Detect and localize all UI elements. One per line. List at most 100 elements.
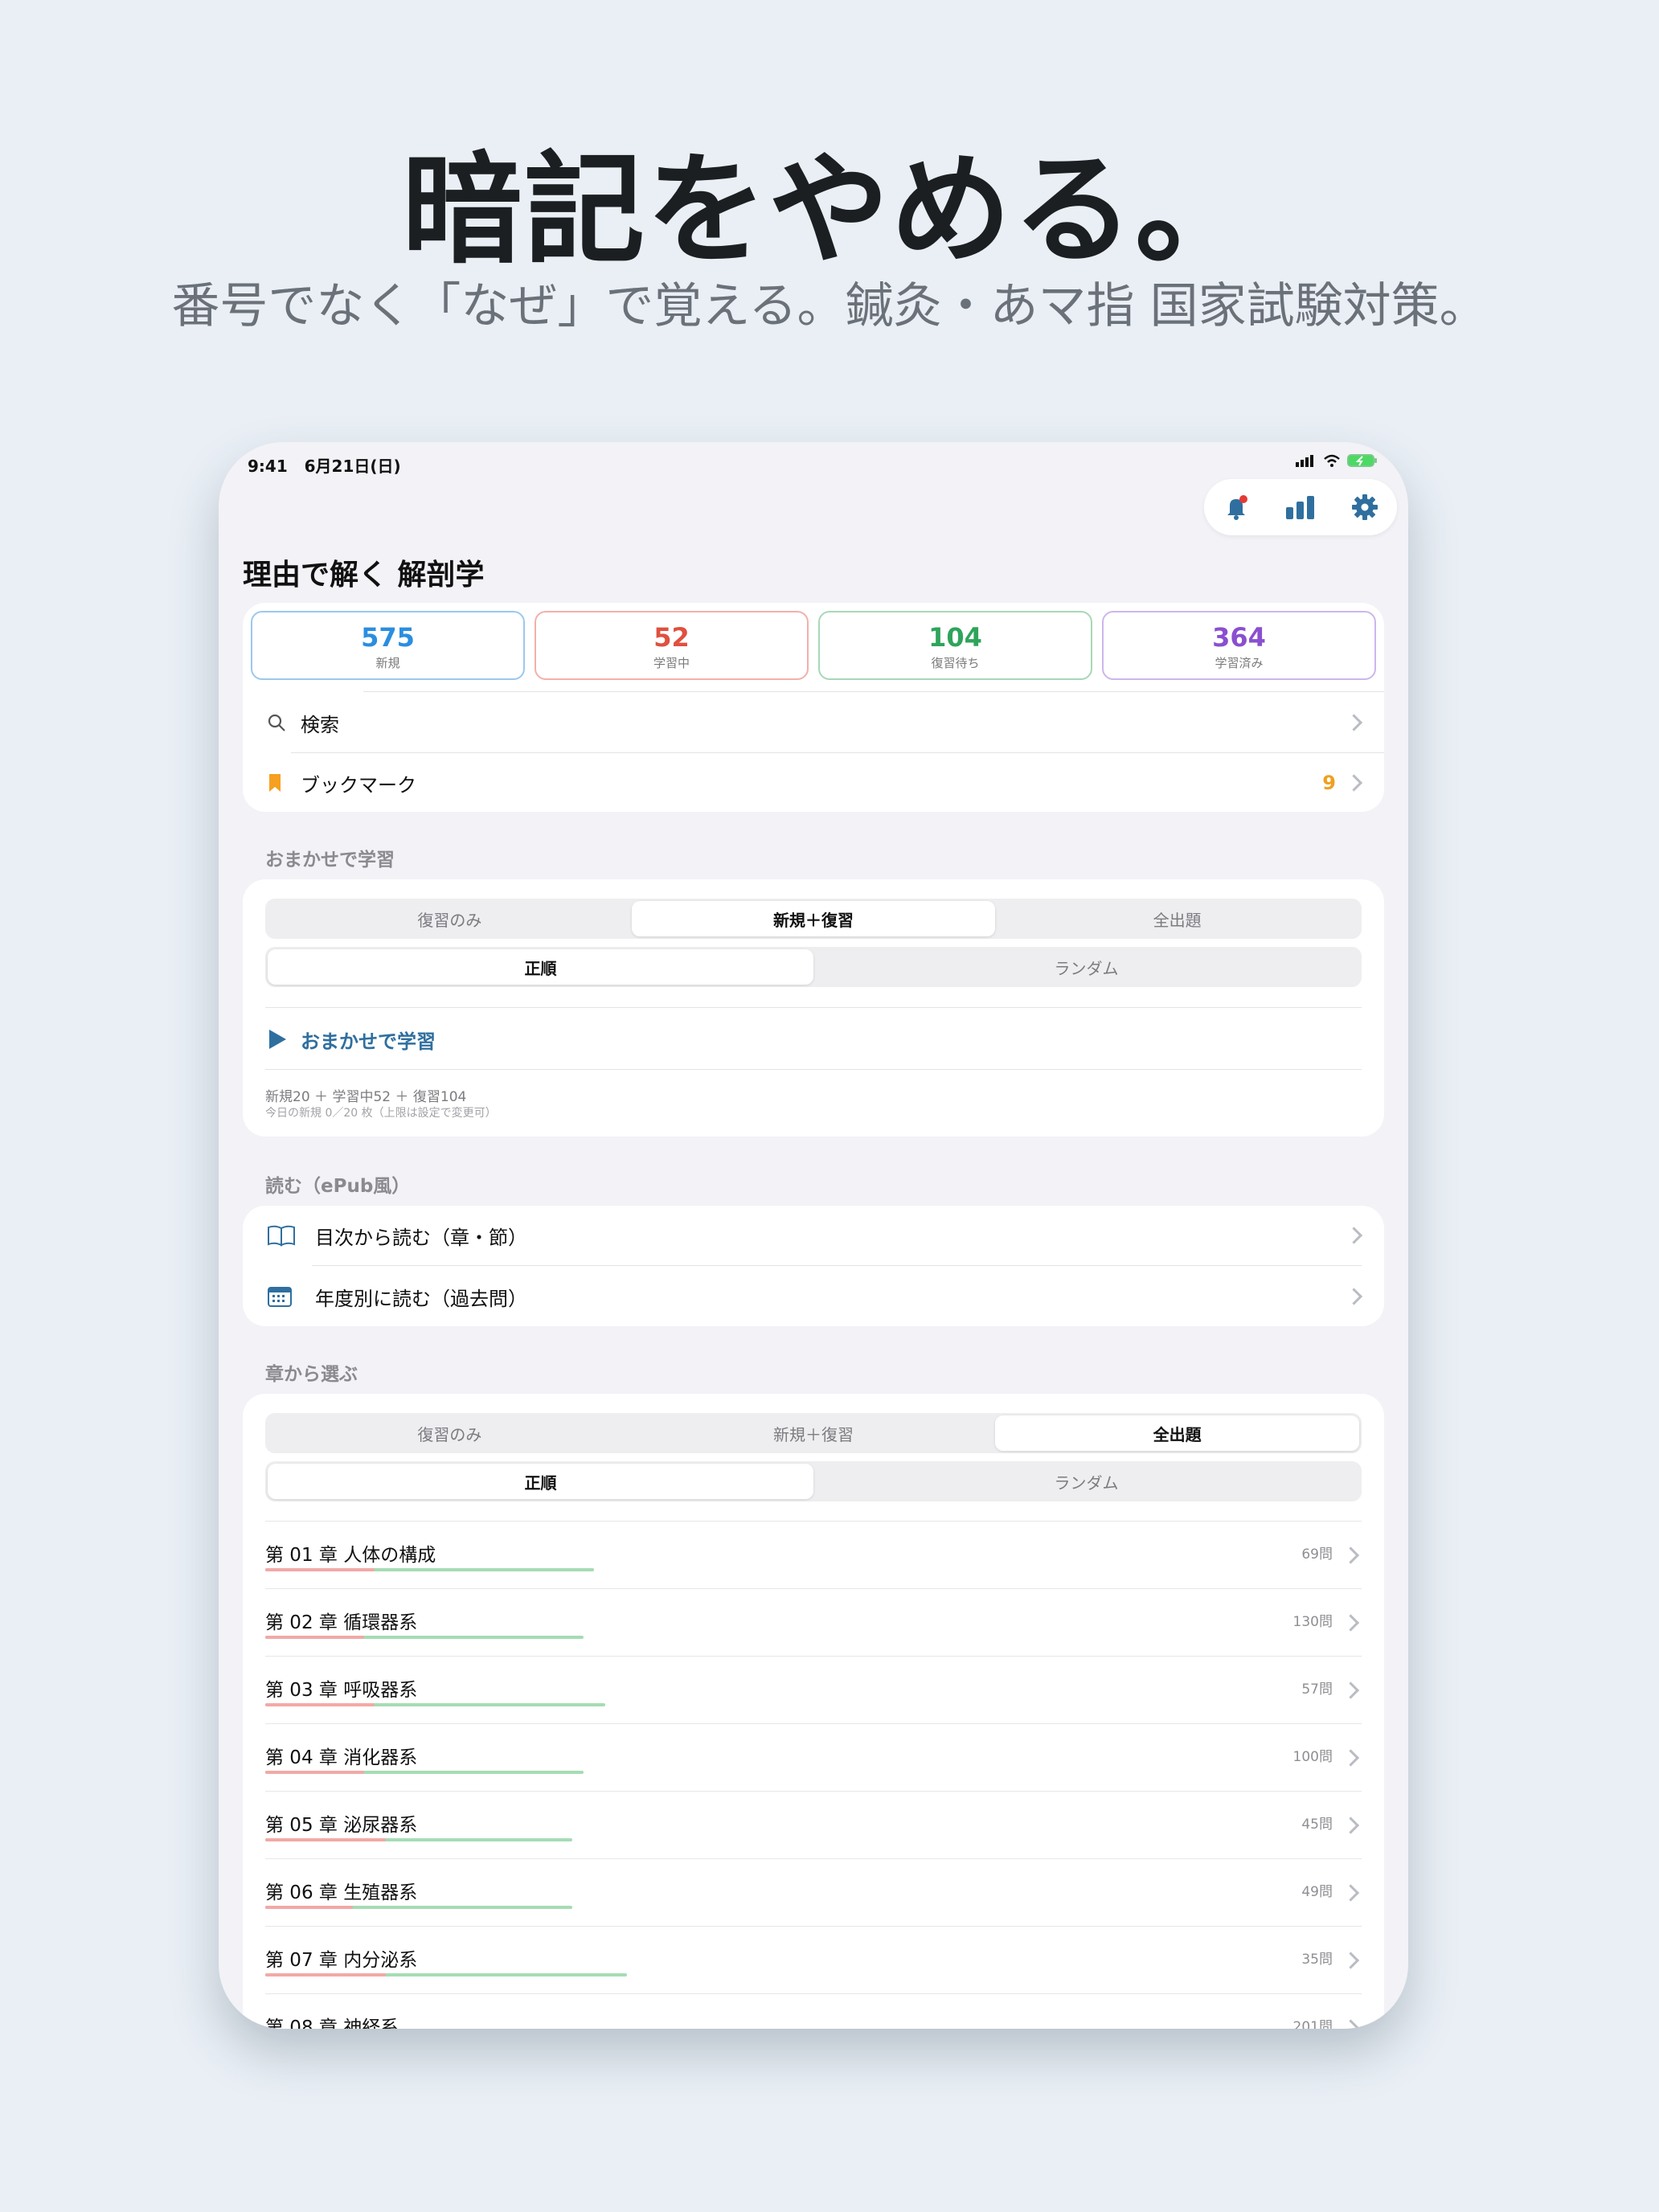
read-card: 目次から読む（章・節） 年度別に読む（過去問） <box>243 1206 1384 1326</box>
progress-learning-bar <box>265 1636 364 1639</box>
read-toc-label: 目次から読む（章・節） <box>315 1226 527 1249</box>
bookmark-count: 9 <box>1322 772 1336 794</box>
stats-button[interactable] <box>1280 487 1321 527</box>
stat-value: 575 <box>361 622 415 653</box>
chapter-name: 第 02 章 循環器系 <box>265 1612 418 1633</box>
chapter-question-count: 69問 <box>1301 1546 1333 1563</box>
tablet-screen: 9:41 6月21日(日) 理由で解く 解剖学 575 新規 52 学習中 10… <box>219 442 1408 2029</box>
stat-learned[interactable]: 364 学習済み <box>1102 611 1376 680</box>
app-title: 理由で解く 解剖学 <box>243 559 485 592</box>
segment-new-and-review[interactable]: 新規＋復習 <box>632 1415 996 1451</box>
chevron-right-icon <box>1345 714 1363 731</box>
headline: 暗記をやめる。 <box>401 141 1257 281</box>
progress-learning-bar <box>265 1771 364 1774</box>
wifi-icon <box>1324 454 1340 467</box>
overview-card: 575 新規 52 学習中 104 復習待ち 364 学習済み 検索 ブックマー… <box>243 603 1384 812</box>
chapter-name: 第 04 章 消化器系 <box>265 1747 418 1768</box>
chapter-row[interactable]: 第 07 章 内分泌系 35問 <box>265 1926 1362 1994</box>
status-bar: 9:41 6月21日(日) <box>248 453 401 477</box>
toolbar <box>1204 479 1397 535</box>
chapter-question-count: 35問 <box>1301 1952 1333 1968</box>
chapters-section-label: 章から選ぶ <box>265 1364 358 1385</box>
read-by-year-row[interactable]: 年度別に読む（過去問） <box>243 1267 1384 1326</box>
book-icon <box>267 1224 299 1247</box>
stat-value: 364 <box>1212 622 1266 653</box>
stat-learning[interactable]: 52 学習中 <box>535 611 809 680</box>
chapter-mode-segment: 復習のみ 新規＋復習 全出題 <box>265 1413 1362 1453</box>
search-icon <box>267 713 289 732</box>
battery-icon <box>1347 454 1377 467</box>
chapter-name: 第 08 章 神経系 <box>265 2017 399 2029</box>
bookmark-icon <box>267 772 289 793</box>
stat-value: 52 <box>653 622 690 653</box>
segment-review-only[interactable]: 復習のみ <box>268 901 632 936</box>
progress-learning-bar <box>265 1838 386 1841</box>
chapter-row[interactable]: 第 01 章 人体の構成 69問 <box>265 1521 1362 1589</box>
chapter-row[interactable]: 第 08 章 神経系 201問 <box>265 1993 1362 2029</box>
status-icons <box>1296 453 1378 468</box>
chapter-name: 第 01 章 人体の構成 <box>265 1545 436 1566</box>
read-section-label: 読む（ePub風） <box>265 1176 411 1197</box>
chapter-name: 第 06 章 生殖器系 <box>265 1882 418 1903</box>
start-auto-study-label: おまかせで学習 <box>301 1030 436 1053</box>
chapter-order-segment: 正順 ランダム <box>265 1461 1362 1501</box>
progress-learning-bar <box>265 1906 353 1909</box>
bell-icon <box>1227 495 1247 520</box>
segment-all[interactable]: 全出題 <box>995 901 1359 936</box>
chapter-question-count: 57問 <box>1301 1682 1333 1698</box>
start-auto-study-button[interactable]: おまかせで学習 <box>243 1010 1384 1069</box>
chevron-right-icon <box>1345 1288 1363 1305</box>
stat-label: 学習済み <box>1215 656 1264 670</box>
chart-bar-icon <box>1286 496 1314 519</box>
stat-label: 新規 <box>375 656 400 670</box>
chapter-row[interactable]: 第 02 章 循環器系 130問 <box>265 1588 1362 1657</box>
auto-mode-segment: 復習のみ 新規＋復習 全出題 <box>265 899 1362 939</box>
segment-random[interactable]: ランダム <box>813 949 1359 985</box>
chapter-row[interactable]: 第 05 章 泌尿器系 45問 <box>265 1791 1362 1859</box>
stat-label: 復習待ち <box>931 656 980 670</box>
chevron-right-icon <box>1342 1546 1360 1564</box>
bookmark-label: ブックマーク <box>301 773 416 797</box>
stats-row: 575 新規 52 学習中 104 復習待ち 364 学習済み <box>243 603 1384 680</box>
auto-study-note: 今日の新規 0／20 枚（上限は設定で変更可） <box>265 1107 497 1120</box>
calendar-icon <box>267 1285 299 1308</box>
notifications-button[interactable] <box>1216 487 1256 527</box>
chevron-right-icon <box>1342 1952 1360 1969</box>
stat-review-due[interactable]: 104 復習待ち <box>818 611 1092 680</box>
auto-order-segment: 正順 ランダム <box>265 947 1362 987</box>
search-row[interactable]: 検索 <box>243 693 1384 752</box>
progress-learning-bar <box>265 1703 375 1706</box>
segment-new-and-review[interactable]: 新規＋復習 <box>631 901 996 936</box>
progress-learning-bar <box>265 1568 375 1571</box>
read-toc-row[interactable]: 目次から読む（章・節） <box>243 1206 1384 1265</box>
chapter-row[interactable]: 第 04 章 消化器系 100問 <box>265 1723 1362 1792</box>
segment-review-only[interactable]: 復習のみ <box>268 1415 632 1451</box>
status-date: 6月21日(日) <box>304 457 401 476</box>
chapter-question-count: 100問 <box>1292 1749 1333 1765</box>
chapter-row[interactable]: 第 03 章 呼吸器系 57問 <box>265 1656 1362 1724</box>
chevron-right-icon <box>1342 1749 1360 1767</box>
chapters-card: 復習のみ 新規＋復習 全出題 正順 ランダム 第 01 章 人体の構成 69問第 … <box>243 1394 1384 2029</box>
auto-study-section-label: おまかせで学習 <box>265 850 395 870</box>
segment-all[interactable]: 全出題 <box>995 1415 1360 1451</box>
chevron-right-icon <box>1345 774 1363 792</box>
chapter-question-count: 45問 <box>1301 1817 1333 1833</box>
chevron-right-icon <box>1342 1682 1360 1699</box>
search-label: 検索 <box>301 713 339 736</box>
auto-study-card: 復習のみ 新規＋復習 全出題 正順 ランダム おまかせで学習 新規20 ＋ 学習… <box>243 879 1384 1137</box>
chapter-question-count: 130問 <box>1292 1614 1333 1630</box>
chevron-right-icon <box>1342 2019 1360 2029</box>
status-time: 9:41 <box>248 457 288 476</box>
segment-sequential[interactable]: 正順 <box>268 949 813 985</box>
stat-new[interactable]: 575 新規 <box>251 611 525 680</box>
chapter-row[interactable]: 第 06 章 生殖器系 49問 <box>265 1858 1362 1927</box>
settings-button[interactable] <box>1345 487 1385 527</box>
segment-random[interactable]: ランダム <box>813 1464 1359 1499</box>
chapter-name: 第 05 章 泌尿器系 <box>265 1815 418 1836</box>
read-by-year-label: 年度別に読む（過去問） <box>315 1287 527 1310</box>
bookmark-row[interactable]: ブックマーク 9 <box>243 753 1384 813</box>
progress-learning-bar <box>265 1973 386 1976</box>
signal-icon <box>1296 455 1313 467</box>
chapter-question-count: 49問 <box>1301 1884 1333 1900</box>
segment-sequential[interactable]: 正順 <box>268 1464 813 1499</box>
